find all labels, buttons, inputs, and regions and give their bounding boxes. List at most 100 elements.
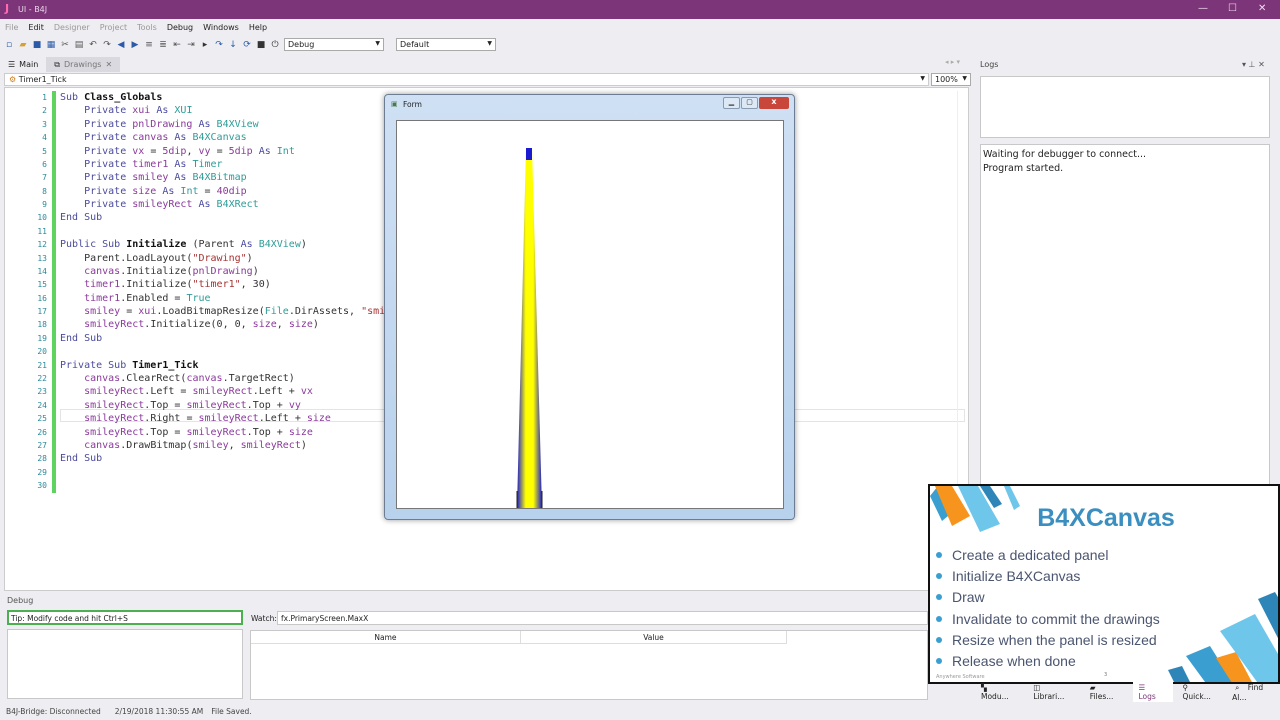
form-close-button[interactable]: x (759, 97, 789, 109)
code-token: smileyRect (186, 399, 247, 411)
minimize-button[interactable]: — (1198, 3, 1208, 14)
menu-help[interactable]: Help (244, 21, 272, 36)
bullet-text: Draw (952, 589, 985, 606)
save-icon[interactable]: ■ (32, 40, 42, 50)
code-token: B4XCanvas (192, 132, 247, 144)
build-config-select[interactable]: Debug ▼ (284, 38, 384, 51)
code-line[interactable]: Private xui As XUI (60, 104, 192, 117)
new-icon[interactable]: ▫ (4, 40, 14, 50)
tab-main[interactable]: ☰ Main (0, 57, 46, 72)
code-line[interactable]: canvas.Initialize(pnlDrawing) (60, 265, 259, 278)
tip-field[interactable]: Tip: Modify code and hit Ctrl+S (7, 610, 243, 625)
open-icon[interactable]: ▰ (18, 40, 28, 50)
code-token: .Top = (144, 426, 187, 438)
maximize-button[interactable]: ☐ (1228, 3, 1237, 14)
bottom-tab-modules[interactable]: ▚ Modu... (975, 682, 1023, 702)
outdent-icon[interactable]: ⇤ (172, 40, 182, 50)
code-line[interactable]: Private timer1 As Timer (60, 158, 223, 171)
power-icon[interactable]: ⏻ (270, 40, 280, 50)
menu-project[interactable]: Project (95, 21, 132, 36)
line-number: 26 (37, 427, 47, 437)
code-line[interactable]: Private smiley As B4XBitmap (60, 171, 247, 184)
menu-windows[interactable]: Windows (198, 21, 244, 36)
code-line[interactable]: Private size As Int = 40dip (60, 185, 247, 198)
cut-icon[interactable]: ✂ (60, 40, 70, 50)
redo-icon[interactable]: ↷ (102, 40, 112, 50)
bottom-tab-libraries[interactable]: ◫ Librari... (1027, 682, 1079, 702)
tab-scroll-icon[interactable]: ◂ ▸ ▾ (945, 58, 960, 66)
column-header-value[interactable]: Value (521, 631, 787, 644)
indent-icon[interactable]: ⇥ (186, 40, 196, 50)
code-token: As (198, 199, 217, 211)
code-line[interactable]: End Sub (60, 332, 102, 345)
code-token: timer1 (132, 158, 175, 170)
code-token: Private Sub (60, 359, 133, 371)
logs-filter-area[interactable] (980, 76, 1270, 138)
menu-debug[interactable]: Debug (162, 21, 198, 36)
code-line[interactable]: smileyRect.Initialize(0, 0, size, size) (60, 318, 319, 331)
menu-tools[interactable]: Tools (132, 21, 162, 36)
step-over-icon[interactable]: ↷ (214, 40, 224, 50)
build-target-select[interactable]: Default ▼ (396, 38, 496, 51)
code-line[interactable]: timer1.Enabled = True (60, 292, 210, 305)
code-token: canvas (132, 132, 175, 144)
slide-bullet: Resize when the panel is resized (936, 629, 1160, 650)
code-line[interactable]: End Sub (60, 452, 102, 465)
form-window[interactable]: ▣ Form ▁ ▢ x (384, 94, 795, 520)
bottom-tab-find-all[interactable]: ⌕ Find Al... (1229, 682, 1280, 703)
modified-line-marker (52, 144, 56, 159)
comment-icon[interactable]: ≡ (144, 40, 154, 50)
close-button[interactable]: ✕ (1258, 3, 1266, 14)
code-line[interactable]: Private canvas As B4XCanvas (60, 131, 247, 144)
code-token: smileyRect (60, 319, 145, 331)
step-in-icon[interactable]: ↓ (228, 40, 238, 50)
modified-line-marker (52, 198, 56, 213)
tab-drawings[interactable]: ⧉ Drawings ✕ (46, 57, 121, 72)
menu-file[interactable]: File (0, 21, 23, 36)
menu-edit[interactable]: Edit (23, 21, 49, 36)
code-line[interactable]: Private vx = 5dip, vy = 5dip As Int (60, 145, 295, 158)
menu-designer[interactable]: Designer (49, 21, 95, 36)
code-line[interactable]: canvas.DrawBitmap(smiley, smileyRect) (60, 439, 307, 452)
code-line[interactable]: Public Sub Initialize (Parent As B4XView… (60, 238, 307, 251)
code-line[interactable]: canvas.ClearRect(canvas.TargetRect) (60, 372, 295, 385)
code-token: canvas (60, 439, 121, 451)
code-line[interactable]: smileyRect.Top = smileyRect.Top + vy (60, 399, 301, 412)
code-token: canvas (186, 372, 223, 384)
form-minimize-button[interactable]: ▁ (723, 97, 740, 109)
bottom-tab-files[interactable]: ▰ Files... (1084, 682, 1129, 702)
code-line[interactable]: End Sub (60, 211, 102, 224)
line-number: 4 (42, 133, 47, 143)
stop-icon[interactable]: ■ (256, 40, 266, 50)
form-maximize-button[interactable]: ▢ (741, 97, 758, 109)
forward-icon[interactable]: ▶ (130, 40, 140, 50)
bottom-tab-quick-search[interactable]: ⚲ Quick... (1177, 682, 1226, 702)
slide-bullet: Create a dedicated panel (936, 544, 1160, 565)
uncomment-icon[interactable]: ≣ (158, 40, 168, 50)
code-line[interactable]: Parent.LoadLayout("Drawing") (60, 252, 253, 265)
sub-selector[interactable]: ⚙ Timer1_Tick ▼ (4, 73, 929, 86)
code-line[interactable]: smiley = xui.LoadBitmapResize(File.DirAs… (60, 305, 385, 318)
panel-controls-icon[interactable]: ▾ ⊥ ✕ (1242, 60, 1265, 69)
watch-input[interactable]: fx.PrimaryScreen.MaxX (277, 611, 928, 625)
save-all-icon[interactable]: ▦ (46, 40, 56, 50)
line-number: 21 (37, 360, 47, 370)
code-line[interactable]: smileyRect.Top = smileyRect.Top + size (60, 426, 313, 439)
code-line[interactable]: smileyRect.Left = smileyRect.Left + vx (60, 385, 313, 398)
run-icon[interactable]: ▸ (200, 40, 210, 50)
code-line[interactable]: Private pnlDrawing As B4XView (60, 118, 259, 131)
restart-icon[interactable]: ⟳ (242, 40, 252, 50)
back-icon[interactable]: ◀ (116, 40, 126, 50)
code-line[interactable]: timer1.Initialize("timer1", 30) (60, 278, 271, 291)
code-line[interactable]: Private smileyRect As B4XRect (60, 198, 259, 211)
close-tab-icon[interactable]: ✕ (105, 60, 112, 69)
paste-icon[interactable]: ▤ (74, 40, 84, 50)
zoom-select[interactable]: 100% ▼ (931, 73, 971, 86)
code-line[interactable]: Sub Class_Globals (60, 91, 162, 104)
code-line[interactable]: smileyRect.Right = smileyRect.Left + siz… (60, 412, 331, 425)
undo-icon[interactable]: ↶ (88, 40, 98, 50)
column-header-name[interactable]: Name (251, 631, 521, 644)
bottom-tab-logs[interactable]: ☰ Logs (1132, 682, 1173, 702)
code-line[interactable]: Private Sub Timer1_Tick (60, 359, 198, 372)
code-token: Private (60, 172, 133, 184)
